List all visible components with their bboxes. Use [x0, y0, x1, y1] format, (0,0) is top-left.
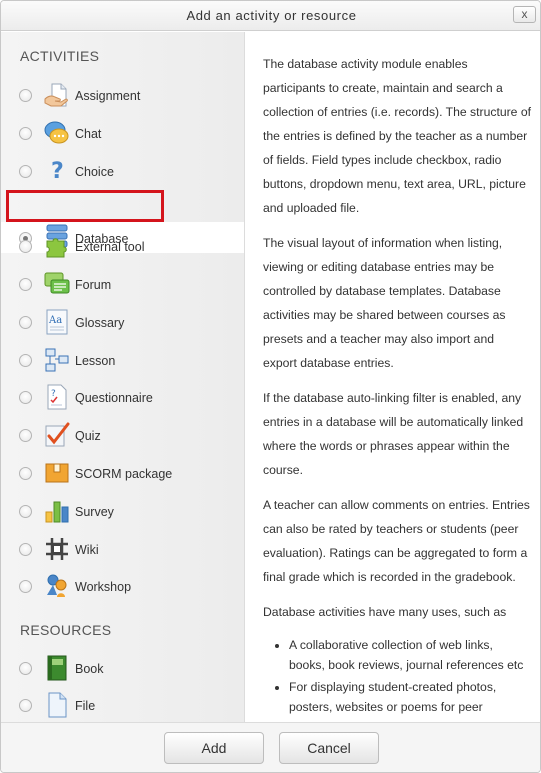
file-icon	[48, 692, 67, 718]
book-icon	[47, 655, 67, 681]
radio-glossary[interactable]	[19, 316, 32, 329]
description-paragraph: A teacher can allow comments on entries.…	[263, 498, 530, 584]
option-label: Survey	[75, 505, 114, 519]
option-label: Chat	[75, 127, 102, 141]
radio-workshop[interactable]	[19, 580, 32, 593]
workshop-icon	[47, 574, 67, 597]
option-chat[interactable]: Chat	[1, 115, 244, 152]
option-label: Workshop	[75, 580, 132, 594]
glossary-icon: Aa	[46, 309, 68, 335]
scorm-icon	[45, 463, 69, 483]
option-label: File	[75, 699, 96, 713]
option-lesson[interactable]: Lesson	[1, 342, 244, 379]
description-paragraph: Database activities have many uses, such…	[263, 605, 507, 619]
option-assignment[interactable]: Assignment	[1, 77, 244, 114]
description-list: A collaborative collection of web links,…	[289, 635, 531, 722]
assignment-icon	[44, 83, 68, 107]
radio-questionnaire[interactable]	[19, 391, 32, 404]
radio-book[interactable]	[19, 662, 32, 675]
description-list-item: For displaying student-created photos, p…	[289, 677, 531, 722]
option-label: Assignment	[75, 89, 141, 103]
option-quiz[interactable]: Quiz	[1, 417, 244, 454]
option-label: Quiz	[75, 429, 101, 443]
svg-text:?: ?	[51, 389, 56, 399]
radio-chat[interactable]	[19, 127, 32, 140]
option-wiki[interactable]: Wiki	[1, 531, 244, 568]
choice-icon: ?	[51, 159, 64, 184]
selection-highlight-box	[6, 190, 164, 222]
option-forum[interactable]: Forum	[1, 266, 244, 303]
external-tool-icon	[46, 238, 67, 258]
option-external-tool[interactable]: External tool	[1, 228, 244, 265]
dialog-title: Add an activity or resource	[186, 8, 357, 23]
radio-lesson[interactable]	[19, 354, 32, 367]
resources-heading: RESOURCES	[20, 622, 112, 638]
option-book[interactable]: Book	[1, 650, 244, 687]
svg-text:Aa: Aa	[48, 315, 62, 326]
option-questionnaire[interactable]: ? Questionnaire	[1, 379, 244, 416]
module-description: The database activity module enables par…	[263, 52, 531, 722]
option-file[interactable]: File	[1, 687, 244, 722]
forum-icon	[44, 272, 70, 294]
option-label: Book	[75, 662, 104, 676]
option-label: External tool	[75, 240, 145, 254]
wiki-icon	[46, 538, 68, 560]
dialog-footer: Add Cancel	[1, 722, 540, 772]
option-workshop[interactable]: Workshop	[1, 568, 244, 605]
questionnaire-icon: ?	[47, 384, 67, 410]
option-label: Questionnaire	[75, 391, 153, 405]
module-description-pane: The database activity module enables par…	[246, 32, 540, 722]
cancel-button[interactable]: Cancel	[279, 732, 379, 764]
description-paragraph: The visual layout of information when li…	[263, 236, 506, 370]
option-label: Glossary	[75, 316, 125, 330]
chat-icon	[44, 121, 69, 144]
survey-icon	[45, 501, 69, 523]
option-label: Lesson	[75, 354, 116, 368]
description-paragraph: The database activity module enables par…	[263, 57, 532, 215]
radio-scorm-package[interactable]	[19, 467, 32, 480]
add-button[interactable]: Add	[164, 732, 264, 764]
option-choice[interactable]: ? Choice	[1, 153, 244, 190]
radio-external-tool[interactable]	[19, 240, 32, 253]
svg-text:?: ?	[51, 159, 64, 184]
option-glossary[interactable]: Aa Glossary	[1, 304, 244, 341]
dialog-titlebar: Add an activity or resource x	[1, 1, 540, 31]
description-paragraph: If the database auto-linking filter is e…	[263, 391, 524, 477]
radio-survey[interactable]	[19, 505, 32, 518]
radio-quiz[interactable]	[19, 429, 32, 442]
module-chooser-list: ACTIVITIES Assignment Chat ? Choice Data…	[1, 32, 245, 722]
option-label: Forum	[75, 278, 112, 292]
option-label: Wiki	[75, 543, 99, 557]
radio-forum[interactable]	[19, 278, 32, 291]
radio-assignment[interactable]	[19, 89, 32, 102]
lesson-icon	[45, 348, 69, 372]
radio-wiki[interactable]	[19, 543, 32, 556]
option-scorm-package[interactable]: SCORM package	[1, 455, 244, 492]
option-survey[interactable]: Survey	[1, 493, 244, 530]
radio-file[interactable]	[19, 699, 32, 712]
description-list-item: A collaborative collection of web links,…	[289, 635, 531, 675]
add-activity-dialog: Add an activity or resource x ACTIVITIES…	[0, 0, 541, 773]
quiz-icon	[45, 422, 70, 447]
close-button[interactable]: x	[513, 6, 536, 23]
radio-choice[interactable]	[19, 165, 32, 178]
option-label: Choice	[75, 165, 114, 179]
activities-heading: ACTIVITIES	[20, 48, 100, 64]
option-label: SCORM package	[75, 467, 173, 481]
